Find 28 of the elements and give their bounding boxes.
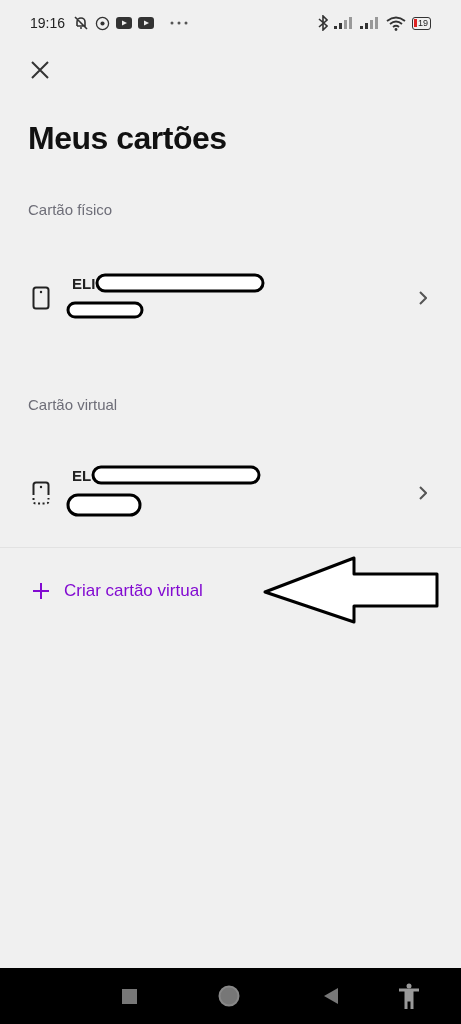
bluetooth-icon [318,15,328,31]
page-title: Meus cartões [28,120,228,157]
section-heading: Cartão físico [28,201,114,218]
recent-apps-button[interactable] [122,988,137,1004]
accessibility-button[interactable] [398,983,420,1009]
back-button[interactable] [324,988,338,1004]
status-time: 19:16 [30,15,66,31]
signal-icon [334,17,354,29]
chevron-right-icon [419,291,427,305]
create-virtual-card-link[interactable]: Criar cartão virtual [32,581,203,601]
home-button[interactable] [218,985,240,1007]
card-holder-name: ELI [72,274,96,292]
plus-icon [32,582,50,600]
wifi-icon [386,15,406,31]
card-holder-name: EL [72,466,92,484]
chevron-right-icon [419,486,427,500]
card-row[interactable]: ELI [0,250,461,346]
signal-icon [360,17,380,29]
video-icon [116,17,133,29]
more-icon [170,21,189,25]
battery-indicator: 19 [412,16,431,30]
section-heading: Cartão virtual [28,396,119,413]
chat-icon [95,15,111,31]
video-icon [138,17,155,29]
card-row[interactable]: EL [0,445,461,541]
dashed-card-icon [32,481,50,505]
card-icon [32,286,50,310]
muted-bell-icon [73,15,90,31]
